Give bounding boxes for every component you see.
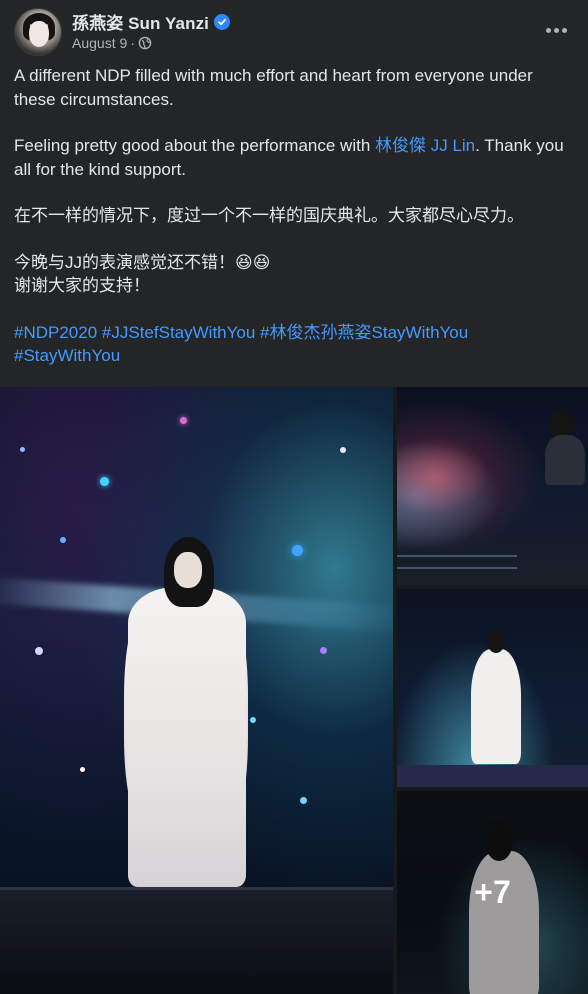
- avatar-face: [29, 21, 49, 47]
- more-options-icon[interactable]: [538, 14, 574, 46]
- sparkle: [340, 447, 346, 453]
- photo-thumbnail[interactable]: [397, 589, 588, 787]
- singer-figure: [471, 649, 521, 764]
- sparkle: [100, 477, 109, 486]
- hashtag-link[interactable]: #StayWithYou: [14, 346, 120, 365]
- facebook-post: 孫燕姿 Sun Yanzi August 9 · A different NDP…: [0, 0, 588, 994]
- author-name[interactable]: 孫燕姿 Sun Yanzi: [72, 9, 209, 34]
- meta-separator: ·: [130, 35, 135, 51]
- sparkle: [35, 647, 43, 655]
- photo-thumbnail[interactable]: +7: [397, 791, 588, 994]
- sparkle: [250, 717, 256, 723]
- singer-head: [487, 629, 505, 653]
- main-photo[interactable]: [0, 387, 393, 994]
- sparkle: [80, 767, 85, 772]
- sparkle: [60, 537, 66, 543]
- sparkle: [292, 545, 303, 556]
- paragraph-2-prefix: Feeling pretty good about the performanc…: [14, 136, 375, 155]
- sparkle: [180, 417, 187, 424]
- more-photos-overlay[interactable]: +7: [397, 791, 588, 994]
- author-avatar[interactable]: [14, 8, 62, 56]
- author-name-row: 孫燕姿 Sun Yanzi: [72, 9, 231, 34]
- more-photos-count: +7: [474, 874, 511, 910]
- hashtag-link[interactable]: #林俊杰孙燕姿StayWithYou: [260, 323, 468, 342]
- globe-icon[interactable]: [138, 36, 152, 50]
- post-paragraph-2: Feeling pretty good about the performanc…: [14, 134, 574, 181]
- post-header: 孫燕姿 Sun Yanzi August 9 ·: [0, 0, 588, 62]
- stage-rail: [397, 555, 517, 569]
- stage-floor: [397, 765, 588, 787]
- hashtag-link[interactable]: #NDP2020: [14, 323, 97, 342]
- sparkle: [320, 647, 327, 654]
- more-dot: [545, 27, 551, 33]
- sparkle: [20, 447, 25, 452]
- hashtag-link[interactable]: #JJStefStayWithYou: [102, 323, 255, 342]
- post-paragraph-1: A different NDP filled with much effort …: [14, 66, 533, 109]
- sparkle: [300, 797, 307, 804]
- post-text: A different NDP filled with much effort …: [14, 64, 574, 368]
- post-date[interactable]: August 9: [72, 35, 127, 51]
- post-meta: August 9 ·: [72, 35, 152, 51]
- post-paragraph-3: 在不一样的情况下，度过一个不一样的国庆典礼。大家都尽心尽力。: [14, 206, 524, 225]
- verified-badge-icon: [214, 13, 231, 30]
- stage-floor: [0, 887, 393, 994]
- paragraph-4-line-2: 谢谢大家的支持！: [14, 276, 150, 295]
- singer-gown: [128, 587, 246, 887]
- photo-grid: +7: [0, 387, 588, 994]
- singer-face: [174, 552, 202, 588]
- post-paragraph-4: 今晚与JJ的表演感觉还不错！😆😆 谢谢大家的支持！: [14, 251, 574, 298]
- hashtag-list: #NDP2020 #JJStefStayWithYou #林俊杰孙燕姿StayW…: [14, 321, 574, 368]
- pianist-figure: [545, 435, 585, 485]
- more-dot: [561, 27, 567, 33]
- more-dot: [553, 27, 559, 33]
- jj-lin-mention-link[interactable]: 林俊傑 JJ Lin: [375, 136, 475, 155]
- paragraph-4-line-1: 今晚与JJ的表演感觉还不错！😆😆: [14, 252, 271, 272]
- photo-thumbnail[interactable]: [397, 387, 588, 585]
